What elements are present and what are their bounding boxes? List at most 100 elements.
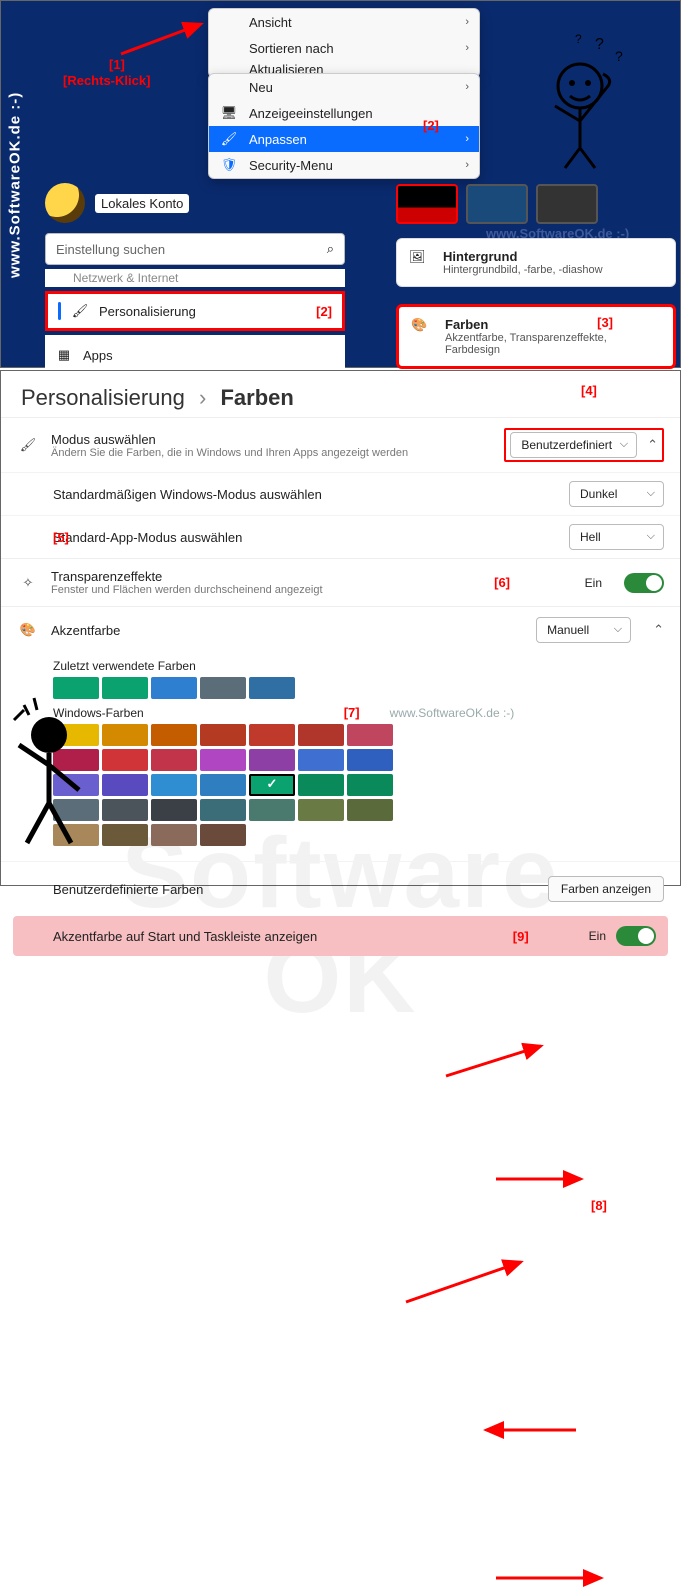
color-swatch[interactable] <box>347 799 393 821</box>
palette-icon: 🎨 <box>17 622 39 638</box>
color-swatch[interactable] <box>151 799 197 821</box>
sidebar-item-network[interactable]: Netzwerk & Internet <box>45 269 345 287</box>
label-recent-colors: Zuletzt verwendete Farben <box>1 653 680 677</box>
chevron-right-icon: › <box>465 42 469 54</box>
sidebar-item-apps[interactable]: ▦ Apps <box>45 335 345 375</box>
card-colors[interactable]: 🎨 FarbenAkzentfarbe, Transparenzeffekte,… <box>396 304 676 369</box>
color-swatch[interactable] <box>102 724 148 746</box>
apps-icon: ▦ <box>55 347 73 363</box>
active-indicator <box>58 302 61 320</box>
select-windows-mode[interactable]: Dunkel <box>569 481 664 507</box>
annotation-8: [8] <box>591 1198 681 1213</box>
color-swatch[interactable] <box>151 677 197 699</box>
ctx-item-display-settings[interactable]: 🖥Anzeigeeinstellungen <box>209 100 479 126</box>
color-swatch[interactable] <box>347 749 393 771</box>
toggle-state: Ein <box>589 929 606 943</box>
color-swatch[interactable] <box>102 677 148 699</box>
svg-text:?: ? <box>575 32 582 46</box>
color-swatch[interactable] <box>151 824 197 846</box>
color-swatch[interactable] <box>151 774 197 796</box>
color-swatch[interactable] <box>298 774 344 796</box>
color-swatch[interactable] <box>200 749 246 771</box>
annotation-9: [9] <box>513 929 529 944</box>
search-input[interactable]: Einstellung suchen ⌕ <box>45 233 345 265</box>
color-swatch[interactable] <box>347 724 393 746</box>
search-icon: ⌕ <box>327 241 334 257</box>
annotation-4: [4] <box>581 383 597 398</box>
color-swatch[interactable] <box>102 824 148 846</box>
picture-icon: 🖼 <box>409 249 431 271</box>
color-swatch[interactable] <box>151 749 197 771</box>
theme-thumb[interactable] <box>466 184 528 224</box>
ctx-item-security[interactable]: 🛡Security-Menu› <box>209 152 479 178</box>
chevron-right-icon: › <box>465 16 469 28</box>
context-menu-bottom: Neu› 🖥Anzeigeeinstellungen 🖌Anpassen› 🛡S… <box>208 73 480 179</box>
svg-text:?: ? <box>595 36 604 53</box>
color-swatch[interactable] <box>298 749 344 771</box>
breadcrumb-current: Farben <box>220 385 293 410</box>
brush-icon: 🖌 <box>71 303 89 319</box>
brush-icon: 🖌 <box>221 131 237 147</box>
breadcrumb: Personalisierung › Farben [4] <box>1 371 680 417</box>
toggle-accent-taskbar[interactable] <box>616 926 656 946</box>
select-app-mode[interactable]: Hell <box>569 524 664 550</box>
select-accent-mode[interactable]: Manuell <box>536 617 631 643</box>
color-swatch[interactable] <box>347 774 393 796</box>
color-swatch[interactable] <box>249 799 295 821</box>
ctx-item-new[interactable]: Neu› <box>209 74 479 100</box>
chevron-right-icon: › <box>465 159 469 171</box>
palette-icon: 🎨 <box>411 317 433 339</box>
account-label: Lokales Konto <box>95 194 189 213</box>
brand-vertical: www.SoftwareOK.de :-) <box>3 1 27 369</box>
show-colors-button[interactable]: Farben anzeigen <box>548 876 664 902</box>
color-swatch[interactable] <box>200 824 246 846</box>
ctx-item-view[interactable]: Ansicht› <box>209 9 479 35</box>
ctx-item-personalize[interactable]: 🖌Anpassen› <box>209 126 479 152</box>
color-swatch[interactable] <box>102 749 148 771</box>
label-windows-mode: Standardmäßigen Windows-Modus auswählen <box>53 487 322 502</box>
svg-text:?: ? <box>615 48 623 64</box>
breadcrumb-root[interactable]: Personalisierung <box>21 385 185 410</box>
label-custom-colors: Benutzerdefinierte Farben <box>53 882 203 897</box>
select-mode[interactable]: Benutzerdefiniert <box>510 432 637 458</box>
chevron-up-icon[interactable]: ⌃ <box>653 622 664 638</box>
toggle-transparency[interactable] <box>624 573 664 593</box>
color-swatch[interactable] <box>249 774 295 796</box>
shield-icon: 🛡 <box>221 157 237 173</box>
row-accent: 🎨 Akzentfarbe Manuell ⌃ <box>1 606 680 653</box>
sidebar-item-personalization[interactable]: 🖌 Personalisierung [2] <box>45 291 345 331</box>
chevron-right-icon: › <box>199 385 206 410</box>
color-swatch[interactable] <box>151 724 197 746</box>
chevron-right-icon: › <box>465 133 469 145</box>
chevron-up-icon[interactable]: ⌃ <box>647 437 658 453</box>
row-mode: 🖌 Modus auswählenÄndern Sie die Farben, … <box>1 417 680 472</box>
label-accent-taskbar: Akzentfarbe auf Start und Taskleiste anz… <box>53 929 513 944</box>
color-swatch[interactable] <box>102 799 148 821</box>
ctx-item-sort[interactable]: Sortieren nach› <box>209 35 479 61</box>
annotation-1: [1] <box>109 57 125 72</box>
color-swatch[interactable] <box>249 749 295 771</box>
color-swatch[interactable] <box>102 774 148 796</box>
card-background[interactable]: 🖼 HintergrundHintergrundbild, -farbe, -d… <box>396 238 676 287</box>
theme-thumbnails <box>396 184 598 224</box>
context-menu-top: Ansicht› Sortieren nach› Aktualisieren <box>208 8 480 78</box>
color-swatch[interactable] <box>200 724 246 746</box>
color-swatch[interactable] <box>249 724 295 746</box>
color-swatch[interactable] <box>200 799 246 821</box>
brush-icon: 🖌 <box>17 437 39 453</box>
color-swatch[interactable] <box>249 677 295 699</box>
toggle-state: Ein <box>585 576 602 590</box>
color-swatch[interactable] <box>200 774 246 796</box>
color-swatch[interactable] <box>298 799 344 821</box>
color-swatch[interactable] <box>298 724 344 746</box>
cartoon-figure-icon: ??? <box>520 31 640 171</box>
annotation-2b: [2] <box>316 304 332 319</box>
sparkle-icon: ✧ <box>17 575 39 591</box>
theme-thumb[interactable] <box>396 184 458 224</box>
annotation-1b: [Rechts-Klick] <box>63 73 150 88</box>
theme-thumb[interactable] <box>536 184 598 224</box>
avatar <box>45 183 85 223</box>
row-accent-taskbar: Akzentfarbe auf Start und Taskleiste anz… <box>13 916 668 956</box>
chevron-right-icon: › <box>465 81 469 93</box>
color-swatch[interactable] <box>200 677 246 699</box>
